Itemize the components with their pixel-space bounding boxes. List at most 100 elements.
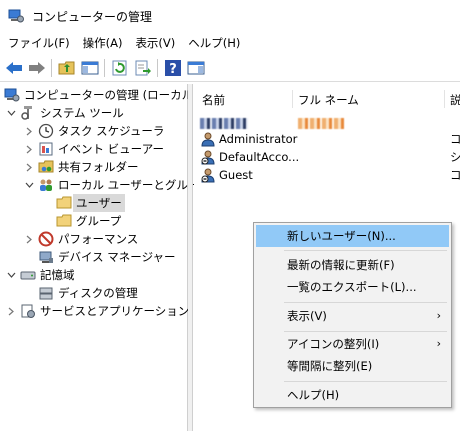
- menu-item-label: 等間隔に整列(E): [287, 359, 373, 373]
- pane-splitter[interactable]: [188, 84, 193, 431]
- context-menu: 新しいユーザー(N)... 最新の情報に更新(F) 一覧のエクスポート(L)..…: [253, 222, 452, 408]
- tree-label: タスク スケジューラ: [58, 124, 165, 138]
- column-header-full-name[interactable]: フル ネーム: [298, 88, 359, 112]
- submenu-arrow-icon: ›: [436, 309, 441, 322]
- disabled-user-icon: [200, 167, 216, 183]
- menu-file[interactable]: ファイル(F): [2, 32, 76, 54]
- tree-label: イベント ビューアー: [58, 142, 165, 156]
- menu-item-label: ヘルプ(H): [287, 388, 340, 402]
- export-list-icon[interactable]: [132, 57, 154, 79]
- tree-item-system-tools[interactable]: システム ツール: [6, 104, 124, 122]
- event-viewer-icon: [38, 141, 54, 157]
- clock-icon: [38, 123, 54, 139]
- redacted-full-name: [298, 117, 344, 129]
- tree-item-event-viewer[interactable]: イベント ビューアー: [24, 140, 164, 158]
- chevron-down-icon[interactable]: [6, 107, 16, 119]
- column-header-description[interactable]: 説: [450, 88, 460, 112]
- tree-label: デバイス マネージャー: [58, 250, 176, 264]
- menu-item-refresh[interactable]: 最新の情報に更新(F): [256, 254, 449, 276]
- user-icon: [200, 131, 216, 147]
- tree-item-services-applications[interactable]: サービスとアプリケーション: [6, 302, 189, 320]
- user-description: シ: [450, 150, 460, 164]
- list-item-user[interactable]: Administrator: [200, 130, 297, 148]
- menu-item-arrange-icons[interactable]: アイコンの整列(I) ›: [256, 333, 449, 355]
- action-pane-icon[interactable]: [185, 57, 207, 79]
- console-tree: コンピューターの管理 (ローカル) システム ツール タスク スケジューラ イベ…: [0, 84, 210, 431]
- chevron-right-icon[interactable]: [24, 233, 34, 245]
- user-description: コ: [450, 132, 460, 146]
- tree-label: ディスクの管理: [58, 286, 138, 300]
- menu-item-help[interactable]: ヘルプ(H): [256, 384, 449, 406]
- column-divider[interactable]: [444, 90, 445, 108]
- redacted-name: [200, 117, 248, 129]
- tree-label: サービスとアプリケーション: [40, 304, 190, 318]
- folder-icon: [56, 195, 72, 211]
- tree-item-device-manager[interactable]: デバイス マネージャー: [38, 248, 176, 266]
- title-bar: コンピューターの管理: [0, 0, 460, 32]
- menu-separator: [284, 250, 447, 251]
- tools-icon: [20, 105, 36, 121]
- tree-item-users[interactable]: ユーザー: [56, 194, 125, 212]
- menu-separator: [284, 381, 447, 382]
- user-description: コ: [450, 168, 460, 182]
- chevron-right-icon[interactable]: [24, 143, 34, 155]
- tree-label: ユーザー: [73, 194, 125, 212]
- menu-item-label: 一覧のエクスポート(L)...: [287, 280, 417, 294]
- column-divider[interactable]: [292, 90, 293, 108]
- menu-item-line-up-icons[interactable]: 等間隔に整列(E): [256, 355, 449, 377]
- submenu-arrow-icon: ›: [436, 337, 441, 350]
- folder-icon: [56, 213, 72, 229]
- user-name: Guest: [219, 168, 253, 182]
- menu-item-export-list[interactable]: 一覧のエクスポート(L)...: [256, 276, 449, 298]
- menu-item-view[interactable]: 表示(V) ›: [256, 305, 449, 327]
- disk-management-icon: [38, 285, 54, 301]
- tree-label: コンピューターの管理 (ローカル): [24, 88, 198, 102]
- computer-management-icon: [4, 87, 20, 103]
- list-item-user[interactable]: Guest: [200, 166, 253, 184]
- disabled-user-icon: [200, 149, 216, 165]
- computer-management-icon: [8, 9, 24, 23]
- device-manager-icon: [38, 249, 54, 265]
- users-group-icon: [38, 177, 54, 193]
- forward-icon[interactable]: [26, 57, 48, 79]
- no-entry-icon: [38, 231, 54, 247]
- chevron-down-icon[interactable]: [24, 179, 34, 191]
- chevron-right-icon[interactable]: [24, 161, 34, 173]
- tree-item-storage[interactable]: 記憶域: [6, 266, 75, 284]
- toolbar-separator: [104, 58, 105, 77]
- menu-separator: [284, 331, 447, 332]
- tree-item-task-scheduler[interactable]: タスク スケジューラ: [24, 122, 164, 140]
- list-item-user[interactable]: DefaultAcco...: [200, 148, 299, 166]
- toolbar: ?: [0, 54, 460, 82]
- show-hide-tree-icon[interactable]: [79, 57, 101, 79]
- tree-label: 共有フォルダー: [58, 160, 139, 174]
- chevron-down-icon[interactable]: [6, 269, 16, 281]
- menu-separator: [284, 302, 447, 303]
- tree-item-disk-management[interactable]: ディスクの管理: [38, 284, 138, 302]
- menu-bar: ファイル(F) 操作(A) 表示(V) ヘルプ(H): [0, 32, 460, 54]
- chevron-right-icon[interactable]: [24, 125, 34, 137]
- menu-item-new-user[interactable]: 新しいユーザー(N)...: [256, 225, 449, 247]
- up-folder-icon[interactable]: [56, 57, 78, 79]
- back-icon[interactable]: [3, 57, 25, 79]
- tree-item-local-users-groups[interactable]: ローカル ユーザーとグループ: [24, 176, 210, 194]
- tree-label: 記憶域: [40, 268, 75, 282]
- menu-help[interactable]: ヘルプ(H): [182, 32, 246, 54]
- help-icon[interactable]: ?: [162, 57, 184, 79]
- tree-item-groups[interactable]: グループ: [56, 212, 121, 230]
- refresh-icon[interactable]: [109, 57, 131, 79]
- tree-item-shared-folders[interactable]: 共有フォルダー: [24, 158, 139, 176]
- menu-action[interactable]: 操作(A): [77, 32, 129, 54]
- column-header-name[interactable]: 名前: [202, 88, 225, 112]
- tree-label: システム ツール: [40, 106, 124, 120]
- shared-folder-icon: [38, 159, 54, 175]
- menu-item-label: 新しいユーザー(N)...: [287, 229, 396, 243]
- toolbar-separator: [51, 58, 52, 77]
- chevron-right-icon[interactable]: [6, 305, 16, 317]
- tree-item-computer-management[interactable]: コンピューターの管理 (ローカル): [4, 86, 198, 104]
- menu-item-label: 表示(V): [287, 309, 327, 323]
- services-icon: [20, 303, 36, 319]
- menu-item-label: アイコンの整列(I): [287, 337, 380, 351]
- tree-item-performance[interactable]: パフォーマンス: [24, 230, 138, 248]
- menu-view[interactable]: 表示(V): [129, 32, 181, 54]
